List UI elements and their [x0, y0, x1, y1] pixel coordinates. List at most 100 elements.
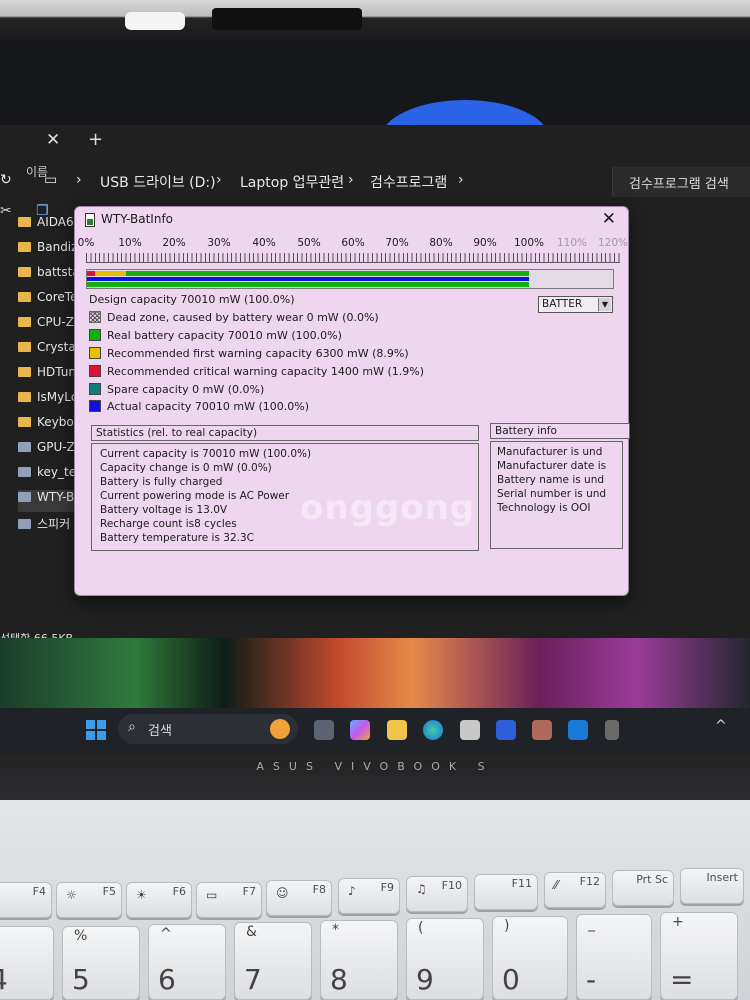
- stat-line: Capacity change is 0 mW (0.0%): [100, 462, 272, 474]
- battery-info-header: Battery info: [490, 423, 630, 439]
- stat-line: Battery is fully charged: [100, 476, 223, 488]
- legend-critical-warning: Recommended critical warning capacity 14…: [89, 365, 424, 378]
- legend-first-warning: Recommended first warning capacity 6300 …: [89, 347, 409, 360]
- copilot-icon[interactable]: [350, 720, 370, 740]
- teal-swatch: [89, 383, 101, 395]
- file-item[interactable]: AIDA64: [18, 215, 81, 237]
- info-line: Technology is OOI: [497, 502, 591, 514]
- breadcrumb-folder[interactable]: Laptop 업무관련: [240, 172, 344, 192]
- search-icon: ⌕: [128, 719, 136, 735]
- key-6[interactable]: ^ 6: [148, 924, 226, 1000]
- design-capacity-text: Design capacity 70010 mW (100.0%): [89, 293, 295, 306]
- edge-browser-icon[interactable]: [423, 720, 443, 740]
- stat-line: Battery voltage is 13.0V: [100, 504, 228, 516]
- key-f10[interactable]: ♫ F10: [406, 876, 468, 912]
- scissors-icon[interactable]: ✂: [0, 203, 12, 219]
- taskbar-search-label: 검색: [148, 724, 172, 739]
- red-swatch: [89, 365, 101, 377]
- file-explorer-icon[interactable]: [387, 720, 407, 740]
- real-capacity-segment-lower: [87, 282, 529, 287]
- key-f5[interactable]: ☼ F5: [56, 882, 122, 918]
- battery-info-panel: Manufacturer is und Manufacturer date is…: [490, 441, 623, 549]
- yellow-swatch: [89, 347, 101, 359]
- key-equals[interactable]: + =: [660, 912, 738, 1000]
- close-tab-icon[interactable]: ✕: [46, 130, 60, 150]
- green-swatch: [89, 329, 101, 341]
- legend-dead-zone: Dead zone, caused by battery wear 0 mW (…: [89, 311, 379, 324]
- info-line: Battery name is und: [497, 474, 605, 486]
- trash-app-icon[interactable]: [605, 720, 619, 740]
- key-f9[interactable]: ♪ F9: [338, 878, 400, 914]
- chevron-down-icon[interactable]: ▼: [598, 298, 611, 311]
- statistics-header: Statistics (rel. to real capacity): [91, 425, 479, 441]
- explorer-search-input[interactable]: 검수프로그램 검색: [612, 167, 750, 197]
- info-line: Manufacturer date is: [497, 460, 607, 472]
- key-f12[interactable]: ⁄⁄ F12: [544, 872, 606, 908]
- webcam: [212, 8, 362, 30]
- key-8[interactable]: * 8: [320, 920, 398, 1000]
- key-f11[interactable]: F11: [474, 874, 538, 910]
- address-bar[interactable]: ↻ ▭ › USB 드라이브 (D:) › Laptop 업무관련 › 검수프로…: [0, 163, 750, 199]
- actual-capacity-segment: [87, 277, 529, 281]
- key-7[interactable]: & 7: [234, 922, 312, 1000]
- key-f4[interactable]: F4: [0, 882, 52, 918]
- webcam-shutter: [125, 12, 185, 30]
- key-prtsc[interactable]: Prt Sc: [612, 870, 674, 906]
- microsoft-store-icon[interactable]: [460, 720, 480, 740]
- column-header-name[interactable]: 이름: [26, 163, 48, 180]
- window-titlebar[interactable]: WTY-BatInfo ✕: [75, 207, 628, 233]
- taskbar-search[interactable]: ⌕ 검색: [118, 714, 298, 744]
- scale-label: 60%: [341, 237, 365, 249]
- scale-label: 50%: [297, 237, 321, 249]
- info-line: Manufacturer is und: [497, 446, 603, 458]
- key-f8[interactable]: ☺ F8: [266, 880, 332, 916]
- key-insert[interactable]: Insert: [680, 868, 744, 904]
- stat-line: Current powering mode is AC Power: [100, 490, 290, 502]
- chevron-right-icon: ›: [76, 172, 82, 188]
- dead-zone-hatch-icon: [89, 311, 101, 323]
- close-icon[interactable]: ✕: [602, 209, 616, 229]
- chevron-right-icon: ›: [458, 172, 464, 188]
- key-4[interactable]: $4: [0, 926, 54, 1000]
- key-0[interactable]: ) 0: [492, 916, 568, 1000]
- keyboard-deck: F4 ☼ F5 ☀ F6 ▭ F7 ☺ F8 ♪ F9 ♫ F10 F11 ⁄⁄ F12 Pr…: [0, 800, 750, 1000]
- scale-label: 100%: [513, 237, 545, 249]
- key-9[interactable]: (9: [406, 918, 484, 1000]
- scale-label: 0%: [77, 237, 95, 249]
- app-icon[interactable]: [532, 720, 552, 740]
- stat-line: Current capacity is 70010 mW (100.0%): [100, 448, 312, 460]
- file-item[interactable]: 스피커 2: [18, 515, 82, 537]
- desktop-wallpaper-bloom: [0, 638, 750, 708]
- laptop-top-bezel: [0, 0, 750, 40]
- task-view-icon[interactable]: [314, 720, 334, 740]
- scale-label: 10%: [118, 237, 142, 249]
- scale-label: 120%: [597, 237, 629, 249]
- breadcrumb-drive[interactable]: USB 드라이브 (D:): [100, 172, 216, 192]
- key-f7[interactable]: ▭ F7: [196, 882, 262, 918]
- real-capacity-segment: [126, 271, 529, 276]
- start-windows-icon[interactable]: [86, 720, 106, 740]
- file-item[interactable]: CPU-Z: [18, 315, 74, 337]
- key-f6[interactable]: ☀ F6: [126, 882, 192, 918]
- explorer-tab-bar: ✕ +: [0, 125, 750, 155]
- key-minus[interactable]: _ -: [576, 914, 652, 1000]
- scale-label: 110%: [556, 237, 588, 249]
- refresh-icon[interactable]: ↻: [0, 172, 12, 188]
- key-5[interactable]: % 5: [62, 926, 140, 1000]
- legend-real-capacity: Real battery capacity 70010 mW (100.0%): [89, 329, 342, 342]
- battery-select[interactable]: BATTER ▼: [538, 296, 613, 313]
- battery-select-value: BATTER: [542, 298, 583, 310]
- scale-label: 70%: [385, 237, 409, 249]
- blue-swatch: [89, 400, 101, 412]
- outlook-icon[interactable]: [568, 720, 588, 740]
- scale-label: 40%: [252, 237, 276, 249]
- myasus-icon[interactable]: [496, 720, 516, 740]
- battery-app-icon: [85, 213, 95, 227]
- breadcrumb-current[interactable]: 검수프로그램: [370, 172, 447, 192]
- critical-warning-segment: [87, 271, 95, 276]
- chevron-up-icon[interactable]: ^: [715, 718, 727, 734]
- search-placeholder: 검수프로그램 검색: [629, 177, 729, 192]
- taskbar: ⌕ 검색 ^: [0, 708, 750, 752]
- first-warning-segment: [95, 271, 126, 276]
- new-tab-icon[interactable]: +: [88, 129, 103, 150]
